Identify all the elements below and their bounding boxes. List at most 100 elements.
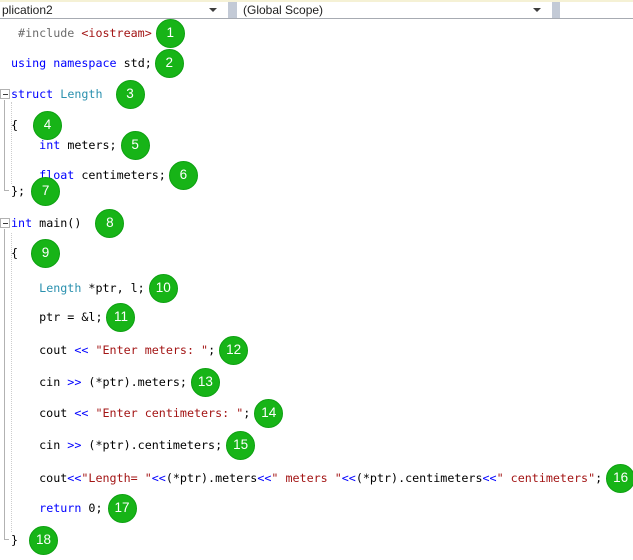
project-dropdown-value: plication2 (2, 3, 209, 17)
code-line[interactable]: return 0;17 (11, 500, 137, 516)
navbar-separator (228, 2, 237, 18)
code-token (46, 55, 53, 71)
code-token: { (11, 245, 18, 261)
code-token: " meters " (271, 470, 341, 486)
code-line[interactable]: using namespace std;2 (11, 55, 184, 71)
code-token: ; (243, 405, 250, 421)
step-number-badge: 13 (191, 368, 220, 397)
step-number-badge: 16 (606, 464, 633, 493)
code-token: ptr = &l; (11, 309, 102, 325)
scope-dropdown[interactable]: (Global Scope) (237, 2, 552, 18)
code-token: << (483, 470, 497, 486)
code-line[interactable]: cout << "Enter centimeters: ";14 (11, 405, 283, 421)
step-number-badge: 2 (155, 49, 184, 78)
step-number-badge: 11 (106, 303, 135, 332)
code-token: return (39, 500, 81, 516)
minus-icon (3, 223, 8, 224)
dropdown-arrow-icon (209, 8, 217, 12)
code-line[interactable]: {9 (11, 245, 60, 261)
code-token: main() (32, 215, 81, 231)
code-token: { (11, 117, 18, 133)
code-token: int (11, 215, 32, 231)
code-token: ; (208, 342, 215, 358)
code-line[interactable]: cin >> (*ptr).meters;13 (11, 374, 220, 390)
code-token: << (67, 470, 81, 486)
code-token: >> (67, 374, 81, 390)
step-number-badge: 10 (149, 274, 178, 303)
step-number-badge: 3 (116, 80, 145, 109)
code-token (88, 405, 95, 421)
code-token: << (74, 405, 88, 421)
step-number-badge: 6 (169, 161, 198, 190)
navigation-bar: plication2 (Global Scope) (0, 0, 633, 19)
step-number-badge: 5 (121, 131, 150, 160)
outline-end-tick (4, 539, 9, 540)
code-line[interactable]: };7 (11, 183, 60, 199)
code-token: struct (11, 86, 53, 102)
outline-line (4, 100, 5, 190)
code-line[interactable]: cin >> (*ptr).centimeters;15 (11, 437, 255, 453)
code-token: }; (11, 183, 25, 199)
code-token: cin (11, 374, 67, 390)
code-token: (*ptr).meters; (81, 374, 187, 390)
code-token: Length (60, 86, 102, 102)
code-line[interactable]: #include <iostream>1 (11, 25, 185, 41)
code-token (11, 137, 39, 153)
code-line[interactable]: cout << "Enter meters: ";12 (11, 342, 248, 358)
step-number-badge: 14 (254, 399, 283, 428)
step-number-badge: 18 (29, 526, 58, 555)
dropdown-arrow-icon (533, 8, 541, 12)
project-dropdown[interactable]: plication2 (0, 2, 228, 18)
code-token: >> (67, 437, 81, 453)
step-number-badge: 4 (33, 111, 62, 140)
code-line[interactable]: cout<<"Length= "<<(*ptr).meters<<" meter… (11, 470, 633, 486)
code-line[interactable]: int meters;5 (11, 137, 150, 153)
step-number-badge: 9 (31, 239, 60, 268)
code-token: <iostream> (81, 25, 151, 41)
navbar-separator (552, 2, 560, 18)
step-number-badge: 17 (108, 494, 137, 523)
code-line[interactable]: struct Length3 (11, 86, 145, 102)
code-token: ; (595, 470, 602, 486)
code-token (11, 500, 39, 516)
code-editor[interactable]: #include <iostream>1using namespace std;… (0, 0, 633, 560)
code-line[interactable]: ptr = &l;11 (11, 309, 135, 325)
code-token: meters; (60, 137, 116, 153)
scope-dropdown-value: (Global Scope) (243, 3, 533, 17)
code-token: #include (11, 25, 81, 41)
code-token: cout (11, 470, 67, 486)
code-line[interactable]: }18 (11, 532, 58, 548)
code-token (11, 280, 39, 296)
code-token (88, 342, 95, 358)
code-token: cout (11, 405, 74, 421)
code-token: namespace (53, 55, 116, 71)
code-token: Length (39, 280, 81, 296)
step-number-badge: 12 (219, 336, 248, 365)
member-dropdown[interactable] (560, 2, 633, 18)
code-token: "Length= " (81, 470, 151, 486)
code-token: << (152, 470, 166, 486)
collapse-region-icon[interactable] (0, 218, 10, 228)
collapse-region-icon[interactable] (0, 89, 10, 99)
step-number-badge: 8 (95, 209, 124, 238)
outline-end-tick (4, 190, 9, 191)
step-number-badge: 1 (156, 19, 185, 48)
code-token: using (11, 55, 46, 71)
step-number-badge: 15 (226, 431, 255, 460)
code-token: "Enter centimeters: " (95, 405, 243, 421)
code-token (53, 86, 60, 102)
code-line[interactable]: Length *ptr, l;10 (11, 280, 178, 296)
code-token: cin (11, 437, 67, 453)
code-token: << (342, 470, 356, 486)
code-token: *ptr, l; (81, 280, 144, 296)
code-line[interactable]: {4 (11, 117, 62, 133)
code-token: << (257, 470, 271, 486)
code-token: 0; (81, 500, 102, 516)
code-token: " centimeters" (497, 470, 596, 486)
code-token: centimeters; (74, 167, 165, 183)
step-number-badge: 7 (31, 177, 60, 206)
code-line[interactable]: int main()8 (11, 215, 124, 231)
code-token: (*ptr).centimeters; (81, 437, 222, 453)
code-token: std; (117, 55, 152, 71)
code-token: (*ptr).meters (166, 470, 257, 486)
